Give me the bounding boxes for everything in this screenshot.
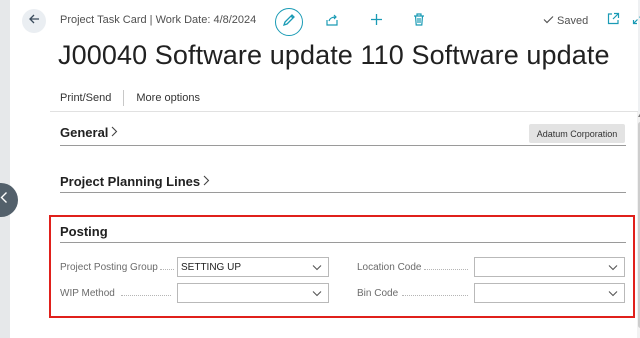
card-header-title: Project Task Card | Work Date: 4/8/2024 — [60, 14, 257, 26]
left-panel-edge — [0, 0, 10, 338]
chevron-left-icon — [0, 191, 8, 209]
saved-label: Saved — [557, 15, 589, 27]
bin-code-label: Bin Code — [357, 288, 399, 299]
plus-icon — [370, 13, 383, 31]
field-leader — [121, 295, 171, 296]
expand-icon — [632, 12, 640, 30]
checkmark-icon — [543, 15, 554, 27]
general-summary-badge: Adatum Corporation — [529, 124, 625, 143]
location-code-select[interactable] — [474, 257, 625, 277]
trash-icon — [413, 13, 425, 31]
wip-method-select[interactable] — [177, 283, 329, 303]
section-posting-title: Posting — [60, 224, 108, 239]
expand-button[interactable] — [630, 12, 640, 30]
chevron-down-icon — [312, 289, 322, 300]
field-leader — [424, 269, 468, 270]
new-button[interactable] — [367, 13, 385, 31]
wip-method-label: WIP Method — [60, 288, 115, 299]
chevron-right-icon — [203, 174, 210, 189]
action-bar-divider — [50, 111, 638, 112]
print-send-menu[interactable]: Print/Send — [60, 92, 111, 104]
section-planning-lines-divider — [60, 192, 626, 193]
share-button[interactable] — [323, 13, 341, 31]
section-planning-lines-title: Project Planning Lines — [60, 174, 201, 189]
page-card: Project Task Card | Work Date: 4/8/2024 … — [10, 0, 640, 338]
action-separator — [123, 90, 125, 106]
field-leader — [160, 269, 174, 270]
bin-code-select[interactable] — [474, 283, 625, 303]
more-options-menu[interactable]: More options — [136, 92, 200, 104]
open-in-new-window-icon — [607, 12, 620, 30]
page-title: J00040 Software update 110 Software upda… — [58, 40, 610, 70]
pencil-icon — [282, 13, 296, 32]
edit-button[interactable] — [275, 8, 303, 36]
delete-button[interactable] — [410, 13, 428, 31]
project-posting-group-label: Project Posting Group — [60, 262, 158, 273]
section-general-divider — [60, 145, 626, 146]
chevron-down-icon — [608, 289, 618, 300]
action-bar: Print/Send More options — [60, 90, 200, 106]
project-posting-group-select[interactable]: SETTING UP — [177, 257, 329, 277]
open-in-new-window-button[interactable] — [605, 12, 621, 30]
chevron-right-icon — [111, 125, 118, 140]
saved-status: Saved — [543, 15, 588, 27]
arrow-left-icon — [28, 12, 40, 30]
section-general-header[interactable]: General — [60, 125, 118, 140]
section-planning-lines-header[interactable]: Project Planning Lines — [60, 174, 210, 189]
section-general-title: General — [60, 125, 109, 140]
section-posting-header[interactable]: Posting — [60, 224, 108, 239]
share-icon — [325, 13, 339, 32]
chevron-down-icon — [312, 263, 322, 274]
back-button[interactable] — [22, 9, 46, 33]
project-posting-group-value: SETTING UP — [181, 261, 242, 273]
field-leader — [402, 295, 468, 296]
chevron-down-icon — [608, 263, 618, 274]
location-code-label: Location Code — [357, 262, 422, 273]
section-posting-divider — [60, 242, 626, 243]
